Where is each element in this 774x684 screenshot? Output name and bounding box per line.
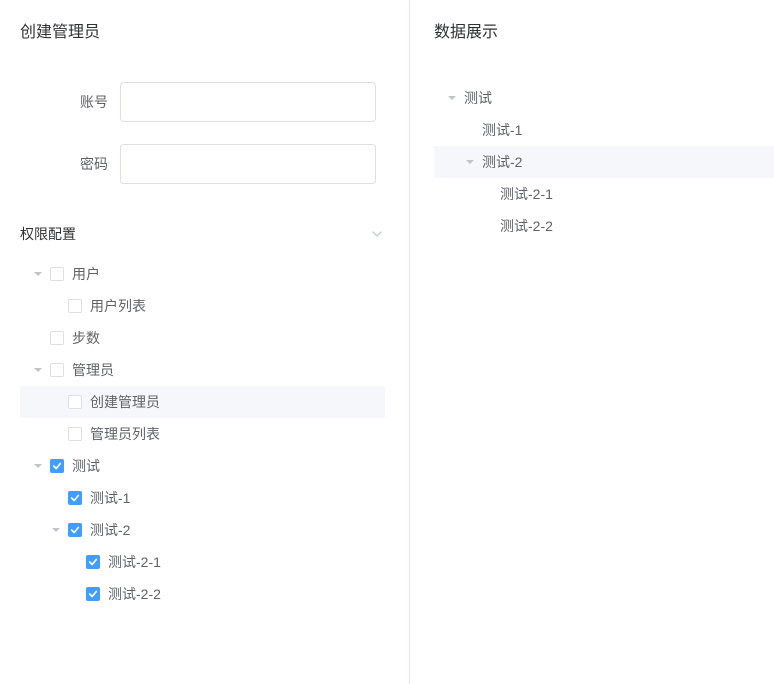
tree-node-label: 测试-1 (482, 120, 522, 140)
tree-node: 测试-2 测试-2-1 测试-2-2 (434, 146, 774, 242)
tree-node-row[interactable]: 管理员 (20, 354, 385, 386)
tree-node: 测试-2-2 (434, 210, 774, 242)
tree-node-label: 用户列表 (90, 296, 146, 316)
tree-node: 创建管理员 (20, 386, 385, 418)
tree-node: 测试测试-1 测试-2 测试-2-1 测试-2-2 (434, 82, 774, 242)
tree-node: 管理员创建管理员管理员列表 (20, 354, 385, 450)
tree-node: 测试测试-1 测试-2 测试-2-1 测试-2-2 (20, 450, 385, 610)
tree-node-label: 步数 (72, 328, 100, 348)
password-label: 密码 (20, 154, 120, 174)
data-tree: 测试测试-1 测试-2 测试-2-1 测试-2-2 (434, 82, 774, 242)
tree-node-label: 测试-2 (90, 520, 130, 540)
caret-icon[interactable] (44, 429, 68, 439)
tree-node-label: 测试-2 (482, 152, 522, 172)
panel-title: 创建管理员 (20, 18, 385, 42)
tree-node-label: 测试-2-1 (500, 184, 553, 204)
caret-icon[interactable] (26, 365, 50, 375)
tree-node-row[interactable]: 管理员列表 (20, 418, 385, 450)
account-label: 账号 (20, 92, 120, 112)
tree-node: 测试-1 (20, 482, 385, 514)
tree-node: 测试-2 测试-2-1 测试-2-2 (20, 514, 385, 610)
caret-icon[interactable] (26, 333, 50, 343)
tree-node-label: 测试-2-2 (108, 584, 161, 604)
password-input[interactable] (120, 144, 376, 184)
tree-children: 测试-2-1 测试-2-2 (20, 546, 385, 610)
tree-node: 测试-2-2 (20, 578, 385, 610)
tree-node: 管理员列表 (20, 418, 385, 450)
caret-icon[interactable] (44, 397, 68, 407)
tree-node-label: 测试 (464, 88, 492, 108)
tree-node-label: 管理员列表 (90, 424, 160, 444)
checkbox[interactable] (68, 523, 82, 537)
tree-node-row[interactable]: 测试-2-1 (20, 546, 385, 578)
checkbox[interactable] (86, 555, 100, 569)
tree-children: 用户列表 (20, 290, 385, 322)
tree-node-row[interactable]: 测试-2-2 (434, 210, 774, 242)
tree-node-label: 测试 (72, 456, 100, 476)
tree-node-label: 测试-2-2 (500, 216, 553, 236)
caret-icon[interactable] (476, 189, 500, 199)
checkbox[interactable] (50, 459, 64, 473)
permission-tree: 用户用户列表步数管理员创建管理员管理员列表测试测试-1测试-2测试-2-1测试-… (20, 258, 385, 610)
caret-icon[interactable] (26, 461, 50, 471)
tree-node-label: 管理员 (72, 360, 114, 380)
tree-children: 测试-1 测试-2 测试-2-1 测试-2-2 (20, 482, 385, 610)
tree-node-row[interactable]: 用户列表 (20, 290, 385, 322)
account-input[interactable] (120, 82, 376, 122)
caret-icon[interactable] (44, 525, 68, 535)
checkbox[interactable] (68, 299, 82, 313)
checkbox[interactable] (50, 267, 64, 281)
tree-children: 测试-1 测试-2 测试-2-1 测试-2-2 (434, 114, 774, 242)
tree-node-row[interactable]: 用户 (20, 258, 385, 290)
tree-node-row[interactable]: 创建管理员 (20, 386, 385, 418)
tree-node-label: 用户 (72, 264, 100, 284)
tree-node-label: 创建管理员 (90, 392, 160, 412)
tree-node-row[interactable]: 测试-2-1 (434, 178, 774, 210)
permission-section-label: 权限配置 (20, 224, 76, 244)
tree-node: 用户用户列表 (20, 258, 385, 322)
caret-icon[interactable] (458, 157, 482, 167)
tree-node-row[interactable]: 测试-1 (434, 114, 774, 146)
tree-node: 测试-1 (434, 114, 774, 146)
caret-icon[interactable] (62, 557, 86, 567)
data-display-panel: 数据展示 测试测试-1 测试-2 测试-2-1 测试-2-2 (410, 0, 774, 684)
tree-children: 创建管理员管理员列表 (20, 386, 385, 450)
caret-icon[interactable] (440, 93, 464, 103)
tree-node-row[interactable]: 测试 (434, 82, 774, 114)
tree-children: 测试-2-1 测试-2-2 (434, 178, 774, 242)
chevron-down-icon (369, 226, 385, 242)
account-row: 账号 (20, 82, 385, 122)
tree-node-row[interactable]: 测试 (20, 450, 385, 482)
caret-icon[interactable] (458, 125, 482, 135)
checkbox[interactable] (86, 587, 100, 601)
tree-node: 用户列表 (20, 290, 385, 322)
tree-node-label: 测试-2-1 (108, 552, 161, 572)
caret-icon[interactable] (44, 493, 68, 503)
checkbox[interactable] (68, 491, 82, 505)
checkbox[interactable] (68, 427, 82, 441)
caret-icon[interactable] (476, 221, 500, 231)
checkbox[interactable] (50, 363, 64, 377)
tree-node-label: 测试-1 (90, 488, 130, 508)
tree-node-row[interactable]: 测试-2-2 (20, 578, 385, 610)
password-row: 密码 (20, 144, 385, 184)
create-admin-panel: 创建管理员 账号 密码 权限配置 用户用户列表步数管理员创建管理员管理员列表测试… (0, 0, 410, 684)
tree-node: 测试-2-1 (20, 546, 385, 578)
tree-node-row[interactable]: 测试-2 (434, 146, 774, 178)
tree-node: 步数 (20, 322, 385, 354)
panel-title: 数据展示 (434, 18, 774, 42)
tree-node-row[interactable]: 测试-1 (20, 482, 385, 514)
tree-node: 测试-2-1 (434, 178, 774, 210)
caret-icon[interactable] (62, 589, 86, 599)
caret-icon[interactable] (44, 301, 68, 311)
checkbox[interactable] (68, 395, 82, 409)
tree-node-row[interactable]: 步数 (20, 322, 385, 354)
tree-node-row[interactable]: 测试-2 (20, 514, 385, 546)
caret-icon[interactable] (26, 269, 50, 279)
checkbox[interactable] (50, 331, 64, 345)
permission-section-header[interactable]: 权限配置 (20, 224, 385, 244)
